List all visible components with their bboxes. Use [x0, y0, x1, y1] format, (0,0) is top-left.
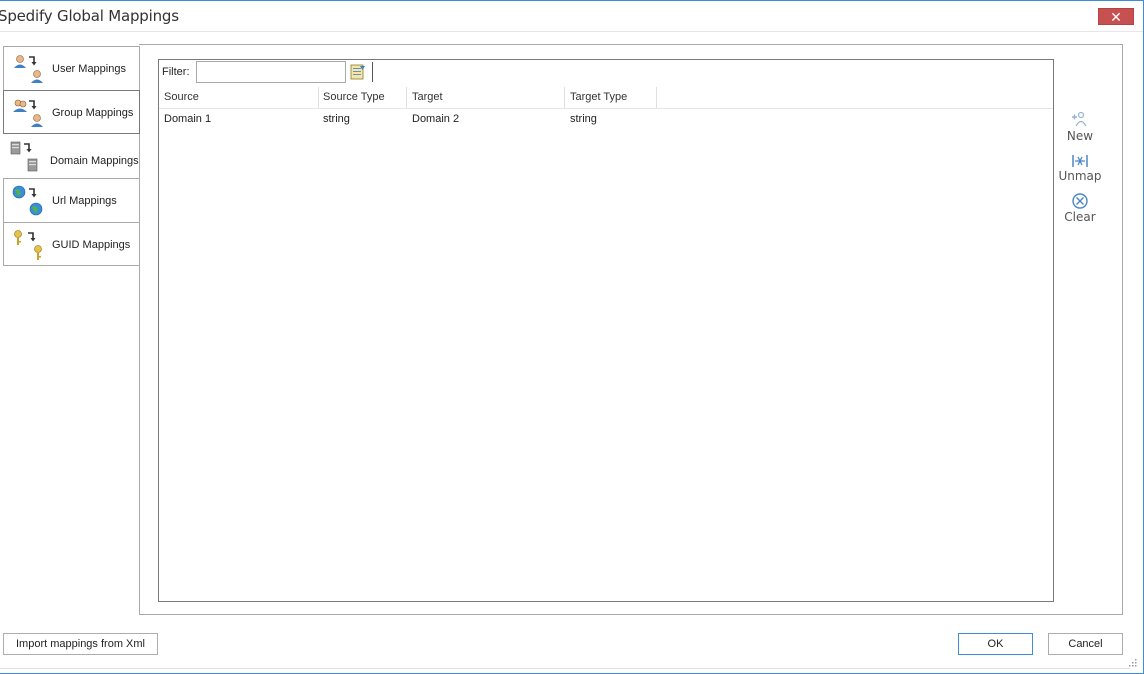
- nav-item-label: Group Mappings: [52, 107, 134, 119]
- column-separator[interactable]: [406, 87, 407, 109]
- cell-source[interactable]: Domain 1: [164, 113, 211, 125]
- import-xml-button[interactable]: Import mappings from Xml: [3, 633, 158, 655]
- nav-item-label: User Mappings: [52, 63, 126, 75]
- filter-icon[interactable]: [350, 64, 366, 80]
- nav-item-label: Url Mappings: [52, 195, 117, 207]
- group-mapping-icon: [13, 99, 43, 127]
- title-bar[interactable]: Spedify Global Mappings ✕: [0, 1, 1143, 32]
- nav-item-label: Domain Mappings: [50, 155, 139, 167]
- nav-item-guid-mappings[interactable]: GUID Mappings: [3, 222, 140, 266]
- new-button[interactable]: New: [1050, 111, 1110, 143]
- domain-mapping-icon: [10, 141, 38, 172]
- column-header-target[interactable]: Target: [412, 91, 443, 103]
- column-separator[interactable]: [564, 87, 565, 109]
- window-title: Spedify Global Mappings: [0, 7, 179, 25]
- clear-icon: [1072, 193, 1088, 209]
- clear-button[interactable]: Clear: [1050, 192, 1110, 224]
- close-button[interactable]: ✕: [1098, 8, 1134, 25]
- cell-target[interactable]: Domain 2: [412, 113, 459, 125]
- column-header-target-type[interactable]: Target Type: [570, 91, 627, 103]
- filter-input[interactable]: [196, 61, 346, 83]
- title-divider: [0, 31, 1143, 32]
- cell-source-type[interactable]: string: [323, 113, 350, 125]
- resize-grip-icon[interactable]: [1128, 658, 1138, 668]
- nav-item-user-mappings[interactable]: User Mappings: [3, 46, 140, 90]
- cell-target-type[interactable]: string: [570, 113, 597, 125]
- nav-item-label: GUID Mappings: [52, 239, 131, 251]
- nav-item-group-mappings[interactable]: Group Mappings: [3, 90, 140, 134]
- toolbar-divider: [372, 62, 373, 82]
- column-separator[interactable]: [318, 87, 319, 109]
- nav-item-domain-mappings[interactable]: Domain Mappings: [3, 134, 140, 178]
- filter-label: Filter:: [162, 66, 190, 78]
- column-header-source-type[interactable]: Source Type: [323, 91, 385, 103]
- content-frame-left-edge: [139, 134, 140, 615]
- ok-button[interactable]: OK: [958, 633, 1033, 655]
- url-mapping-icon: [12, 185, 43, 216]
- guid-mapping-icon: [14, 230, 42, 260]
- unmap-icon: [1072, 155, 1088, 167]
- unmap-label: Unmap: [1058, 169, 1102, 183]
- mapping-type-nav: User Mappings Group Mappings Domain Mapp…: [3, 46, 140, 266]
- cancel-button[interactable]: Cancel: [1048, 633, 1123, 655]
- new-label: New: [1066, 129, 1094, 143]
- nav-item-url-mappings[interactable]: Url Mappings: [3, 178, 140, 222]
- grid-header: Source Source Type Target Target Type: [159, 87, 1053, 109]
- clear-label: Clear: [1064, 210, 1096, 224]
- dialog-window: Spedify Global Mappings ✕ User Mappings: [0, 0, 1144, 674]
- new-icon: [1072, 111, 1087, 127]
- user-mapping-icon: [14, 55, 43, 83]
- mappings-grid: Filter: Source Source Type Target Target…: [158, 59, 1054, 602]
- column-header-source[interactable]: Source: [164, 91, 199, 103]
- unmap-button[interactable]: Unmap: [1050, 153, 1110, 183]
- footer-divider: [0, 668, 1130, 669]
- column-separator[interactable]: [656, 87, 657, 109]
